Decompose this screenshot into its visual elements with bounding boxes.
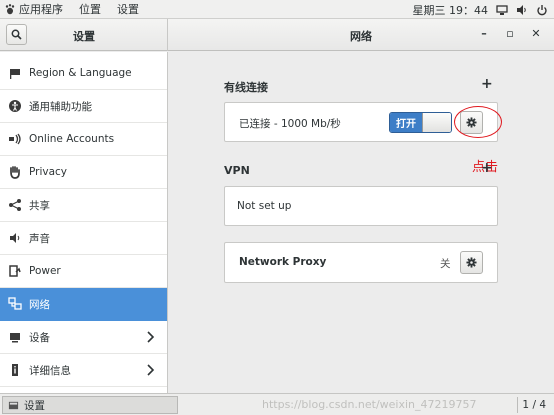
clock[interactable]: 星期三 19：44 — [413, 2, 489, 18]
vpn-row: Not set up — [224, 186, 498, 226]
sidebar-item-label: 设备 — [29, 331, 50, 344]
top-panel: 应用程序 位置 设置 星期三 19：44 — [0, 0, 554, 19]
settings-app-icon — [8, 401, 19, 409]
maximize-button[interactable]: ▫ — [502, 27, 518, 40]
sidebar-item-network[interactable]: 网络 — [0, 288, 167, 321]
settings-menu[interactable]: 设置 — [117, 1, 139, 17]
minimize-button[interactable]: – — [476, 27, 492, 40]
network-panel: 有线连接 + 已连接 - 1000 Mb/秒 打开 点击 VPN + Not s… — [169, 52, 554, 393]
volume-icon[interactable] — [516, 4, 528, 16]
add-vpn-button[interactable]: + — [481, 160, 493, 176]
sidebar-item-label: Privacy — [29, 166, 68, 178]
window-list-bar: 设置 https://blog.csdn.net/weixin_47219757… — [0, 393, 554, 415]
network-proxy-row[interactable]: Network Proxy 关 — [224, 242, 498, 283]
sidebar-title: 设置 — [73, 30, 95, 43]
sidebar-item-accessibility[interactable]: 通用辅助功能 — [0, 90, 167, 123]
taskbar-settings-window[interactable]: 设置 — [2, 396, 178, 414]
network-status-icon[interactable] — [496, 4, 508, 16]
add-wired-button[interactable]: + — [481, 76, 493, 92]
chevron-right-icon — [147, 331, 155, 343]
devices-icon — [10, 333, 20, 343]
applications-menu-label: 应用程序 — [19, 3, 63, 16]
online-accounts-icon — [9, 133, 21, 145]
sidebar-item-online-accounts[interactable]: Online Accounts — [0, 123, 167, 156]
sidebar-item-devices[interactable]: 设备 — [0, 321, 167, 354]
switch-on-label: 打开 — [390, 113, 422, 132]
speaker-icon — [10, 233, 20, 243]
sidebar-item-label: Online Accounts — [29, 133, 115, 145]
wired-status: 已连接 - 1000 Mb/秒 — [239, 118, 341, 130]
power-menu-icon[interactable] — [536, 4, 548, 16]
power-icon — [9, 265, 21, 277]
sidebar-item-privacy[interactable]: Privacy — [0, 156, 167, 189]
sidebar-item-region-language[interactable]: Region & Language — [0, 57, 167, 90]
switch-knob — [422, 113, 451, 132]
gear-icon — [466, 257, 477, 268]
chevron-right-icon — [147, 364, 155, 376]
places-menu[interactable]: 位置 — [79, 1, 101, 17]
panel-title: 网络 — [350, 30, 372, 43]
vpn-section-title: VPN — [224, 164, 250, 177]
workspace-pager[interactable]: 1 / 4 — [517, 397, 550, 413]
flag-icon — [10, 69, 20, 79]
privacy-hand-icon — [10, 166, 20, 179]
vpn-status: Not set up — [237, 200, 292, 212]
sidebar-item-label: 通用辅助功能 — [29, 100, 92, 113]
sidebar-item-label: 共享 — [29, 199, 50, 212]
sidebar-item-label: Power — [29, 265, 61, 277]
sidebar-item-details[interactable]: 详细信息 — [0, 354, 167, 387]
proxy-settings-button[interactable] — [460, 251, 483, 274]
settings-sidebar: Region & Language 通用辅助功能 Online Accounts… — [0, 52, 168, 393]
sidebar-item-sound[interactable]: 声音 — [0, 222, 167, 255]
applications-menu[interactable]: 应用程序 — [4, 1, 63, 17]
accessibility-icon — [9, 100, 21, 112]
sidebar-item-sharing[interactable]: 共享 — [0, 189, 167, 222]
sidebar-item-power[interactable]: Power — [0, 255, 167, 288]
watermark: https://blog.csdn.net/weixin_47219757 — [262, 398, 477, 411]
wired-toggle-switch[interactable]: 打开 — [389, 112, 452, 133]
share-icon — [9, 199, 21, 211]
network-proxy-label: Network Proxy — [239, 256, 327, 268]
network-icon — [8, 297, 22, 310]
gnome-foot-icon — [5, 4, 15, 15]
sidebar-item-label: 详细信息 — [29, 364, 71, 377]
sidebar-header: 设置 — [0, 19, 168, 51]
sidebar-item-label: Region & Language — [29, 67, 132, 79]
taskbar-settings-label: 设置 — [24, 399, 45, 412]
wired-section-title: 有线连接 — [224, 81, 268, 94]
header-bar: 设置 网络 – ▫ ✕ — [0, 19, 554, 51]
proxy-state: 关 — [440, 258, 451, 270]
info-icon — [12, 364, 18, 376]
annotation-circle — [454, 106, 502, 138]
close-button[interactable]: ✕ — [528, 27, 544, 40]
sidebar-item-label: 网络 — [29, 298, 50, 311]
sidebar-item-label: 声音 — [29, 232, 50, 245]
